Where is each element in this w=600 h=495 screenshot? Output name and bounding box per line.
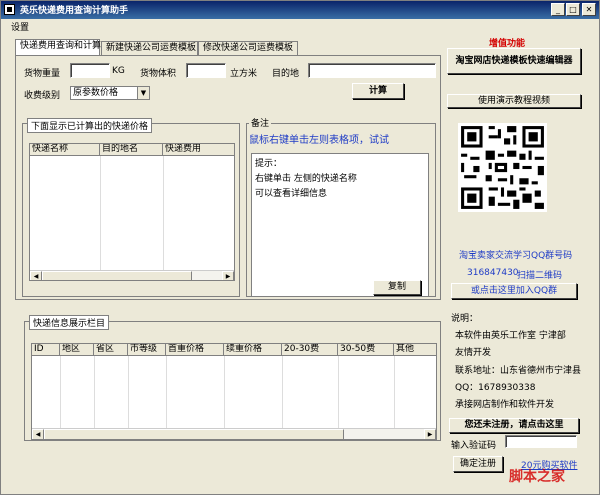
- description-line: 联系地址：山东省德州市宁津县: [455, 366, 582, 376]
- weight-unit: KG: [112, 66, 125, 76]
- scan-qr-label: 扫描二维码: [517, 271, 563, 281]
- col-fee[interactable]: 快递费用: [163, 144, 234, 156]
- close-button[interactable]: ✕: [582, 3, 596, 16]
- info-table[interactable]: ID 地区 省区 市等级 首重价格 续重价格 20-30费 30-50费 其他 …: [31, 343, 437, 440]
- grid-line: [60, 356, 61, 428]
- scroll-right-icon[interactable]: ▶: [424, 429, 436, 439]
- results-hscroll[interactable]: ◀ ▶: [30, 270, 234, 280]
- level-select-value: 原参数价格: [73, 88, 119, 98]
- description-title: 说明：: [451, 314, 479, 324]
- volume-label: 货物体积: [140, 69, 177, 79]
- notes-line: 可以查看详细信息: [255, 189, 328, 199]
- weight-label: 货物重量: [24, 69, 61, 79]
- grid-line: [94, 356, 95, 428]
- grid-line: [163, 156, 164, 280]
- col-province[interactable]: 省区: [94, 344, 128, 356]
- notes-line: 提示：: [255, 159, 283, 169]
- volume-input[interactable]: [186, 63, 226, 78]
- tab-new-template[interactable]: 新建快递公司运费模板: [101, 41, 198, 55]
- grid-line: [338, 356, 339, 428]
- maximize-button[interactable]: □: [566, 3, 580, 16]
- grid-line: [282, 356, 283, 428]
- level-select[interactable]: 原参数价格 ▼: [70, 86, 150, 100]
- grid-line: [166, 356, 167, 428]
- scroll-left-icon[interactable]: ◀: [32, 429, 44, 439]
- results-group: 下面显示已计算出的快递价格 快递名称 目的地名 快递费用 ◀ ▶: [22, 118, 240, 297]
- grid-line: [224, 356, 225, 428]
- description-line: QQ：1678930338: [455, 383, 536, 393]
- info-hscroll[interactable]: ◀ ▶: [32, 428, 436, 439]
- level-label: 收费级别: [24, 91, 61, 101]
- notes-textbox[interactable]: 提示： 右键单击 左侧的快递名称 可以查看详细信息: [251, 153, 429, 297]
- scroll-right-icon[interactable]: ▶: [222, 271, 234, 280]
- col-destination[interactable]: 目的地名: [100, 144, 163, 156]
- col-id[interactable]: ID: [32, 344, 60, 356]
- notes-group: 备注 鼠标右键单击左则表格项，试试 提示： 右键单击 左侧的快递名称 可以查看详…: [246, 116, 436, 297]
- destination-input[interactable]: [308, 63, 436, 78]
- col-20-30[interactable]: 20-30费: [282, 344, 338, 356]
- template-editor-button[interactable]: 淘宝网店快递模板快速编辑器: [447, 48, 581, 74]
- chevron-down-icon[interactable]: ▼: [137, 87, 149, 99]
- join-qq-button[interactable]: 或点击这里加入QQ群: [451, 283, 577, 299]
- menu-bar: 设置: [3, 20, 37, 34]
- verification-code-label: 输入验证码: [451, 441, 497, 451]
- notes-line: 右键单击 左侧的快递名称: [255, 174, 357, 184]
- watermark-logo: 脚本之家: [509, 469, 565, 485]
- notes-title: 备注: [249, 116, 272, 129]
- query-panel: 货物重量 KG 货物体积 立方米 目的地 收费级别 原参数价格 ▼ 计算 下面显…: [15, 55, 441, 300]
- copy-button[interactable]: 复制: [373, 280, 421, 295]
- scroll-thumb[interactable]: [44, 429, 344, 439]
- qr-code-image: [458, 123, 547, 212]
- col-first-weight[interactable]: 首重价格: [166, 344, 224, 356]
- qq-group-number: 316847430: [467, 268, 519, 278]
- col-courier-name[interactable]: 快递名称: [30, 144, 100, 156]
- col-city-level[interactable]: 市等级: [128, 344, 166, 356]
- app-icon: [4, 4, 15, 15]
- video-tutorial-button[interactable]: 使用演示教程视频: [447, 94, 581, 108]
- register-button[interactable]: 您还未注册，请点击这里: [449, 418, 579, 433]
- description-line: 本软件由英乐工作室 宁津部: [455, 331, 566, 341]
- scroll-left-icon[interactable]: ◀: [30, 271, 42, 280]
- tab-query-calc[interactable]: 快递费用查询和计算: [15, 39, 101, 55]
- calculate-button[interactable]: 计算: [352, 83, 404, 99]
- destination-label: 目的地: [272, 69, 300, 79]
- col-30-50[interactable]: 30-50费: [338, 344, 394, 356]
- results-title: 下面显示已计算出的快递价格: [27, 118, 153, 133]
- notes-hint: 鼠标右键单击左则表格项，试试: [249, 135, 389, 146]
- minimize-button[interactable]: _: [551, 3, 565, 16]
- window-title: 英乐快递费用查询计算助手: [20, 6, 129, 16]
- confirm-register-button[interactable]: 确定注册: [453, 456, 503, 472]
- col-other[interactable]: 其他: [394, 344, 436, 356]
- info-title: 快递信息展示栏目: [29, 315, 110, 330]
- description-line: 承接网店制作和软件开发: [455, 400, 555, 410]
- menu-settings[interactable]: 设置: [3, 23, 37, 33]
- scroll-thumb[interactable]: [42, 271, 192, 280]
- side-panel: 增值功能 淘宝网店快递模板快速编辑器 使用演示教程视频 淘宝卖家交流学习QQ群号…: [445, 34, 593, 489]
- info-group: 快递信息展示栏目 ID 地区 省区 市等级 首重价格 续重价格 20-30费 3…: [24, 315, 441, 441]
- grid-line: [128, 356, 129, 428]
- app-window: 英乐快递费用查询计算助手 _ □ ✕ 设置 快递费用查询和计算 新建快递公司运费…: [0, 0, 600, 495]
- tab-edit-template[interactable]: 修改快递公司运费模板: [198, 41, 298, 55]
- col-region[interactable]: 地区: [60, 344, 94, 356]
- volume-unit: 立方米: [230, 69, 258, 79]
- qq-group-label: 淘宝卖家交流学习QQ群号码: [459, 251, 573, 261]
- verification-code-input[interactable]: [505, 435, 577, 448]
- results-table[interactable]: 快递名称 目的地名 快递费用 ◀ ▶: [29, 143, 235, 281]
- grid-line: [100, 156, 101, 280]
- weight-input[interactable]: [70, 63, 110, 78]
- grid-line: [394, 356, 395, 428]
- description-line: 友情开发: [455, 348, 492, 358]
- title-bar: 英乐快递费用查询计算助手 _ □ ✕: [1, 1, 599, 19]
- col-extra-weight[interactable]: 续重价格: [224, 344, 282, 356]
